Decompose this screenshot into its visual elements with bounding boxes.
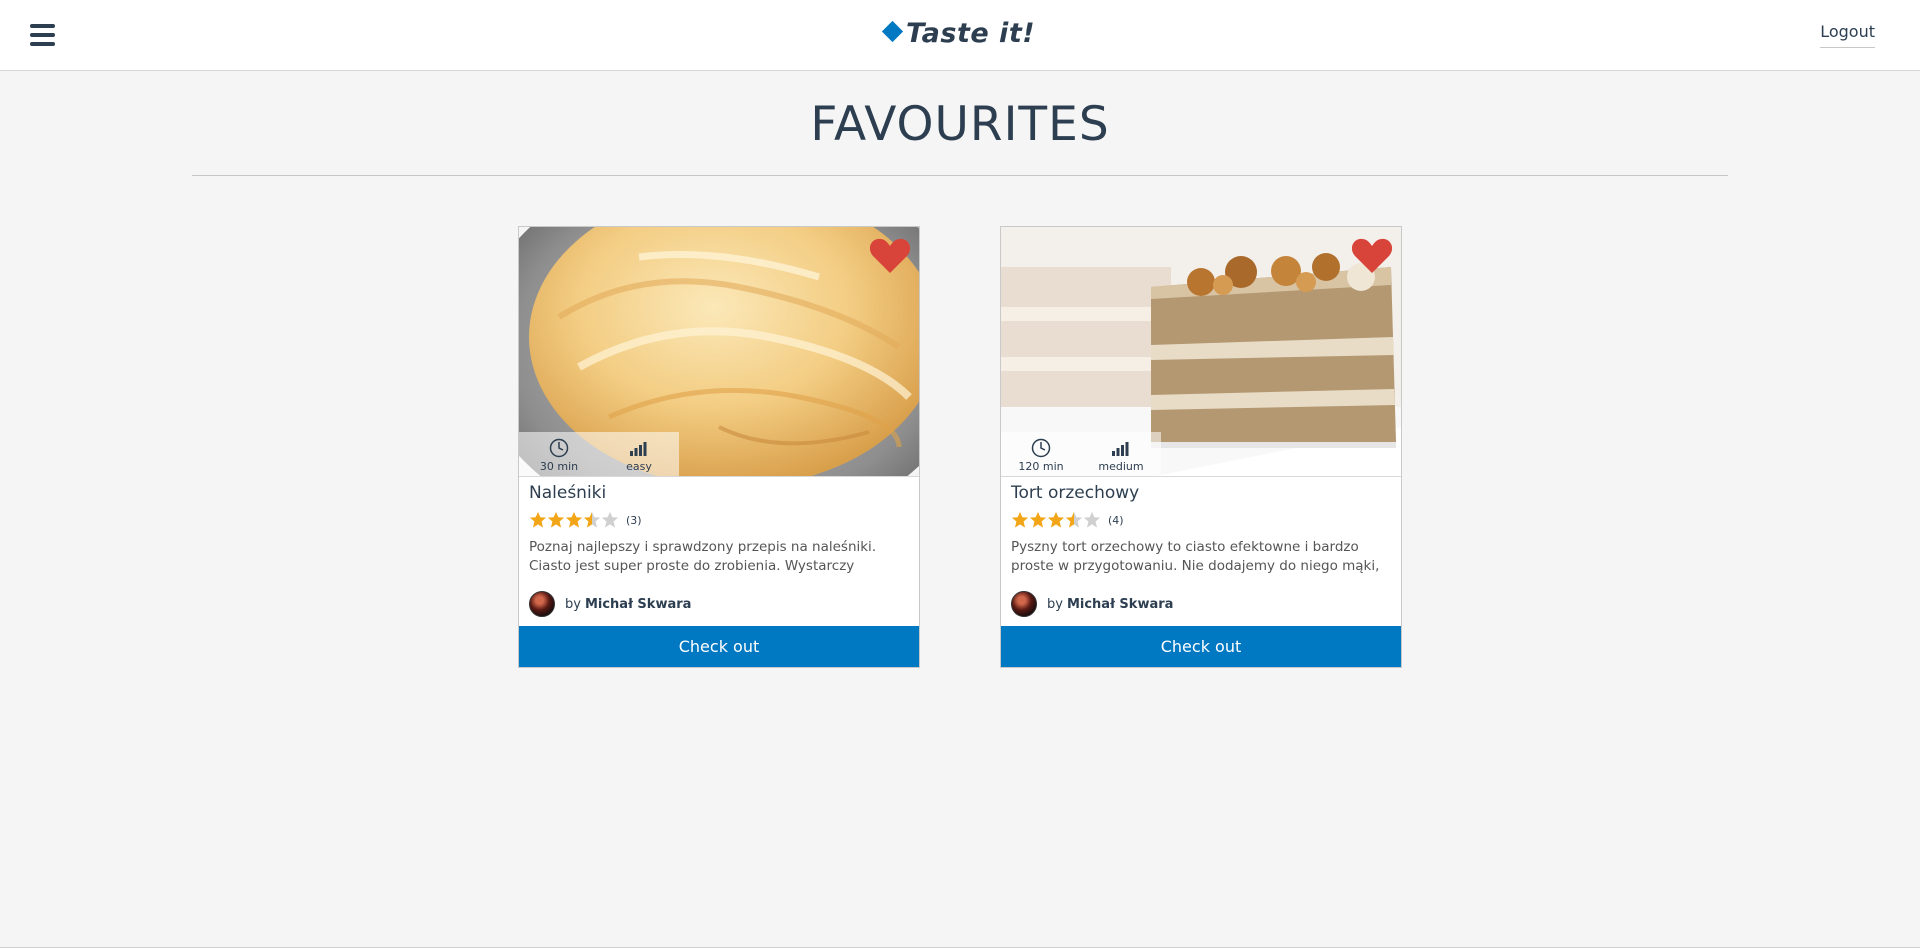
rating-count: (3) xyxy=(626,513,642,527)
difficulty-label: easy xyxy=(626,460,652,473)
star-empty-icon xyxy=(601,511,619,528)
logo[interactable]: Taste it! xyxy=(0,18,1920,49)
rating-count: (4) xyxy=(1108,513,1124,527)
recipe-info-strip: 120 min medium xyxy=(1001,432,1161,476)
author-name[interactable]: Michał Skwara xyxy=(585,597,691,612)
check-out-button[interactable]: Check out xyxy=(519,626,919,667)
logo-diamond-icon xyxy=(881,20,904,43)
check-out-button[interactable]: Check out xyxy=(1001,626,1401,667)
star-icon xyxy=(1029,511,1047,528)
avatar xyxy=(529,591,555,617)
star-half-icon xyxy=(1065,511,1083,528)
recipe-title[interactable]: Tort orzechowy xyxy=(1011,483,1139,503)
difficulty-bars-icon xyxy=(630,442,647,456)
star-icon xyxy=(529,511,547,528)
recipe-title[interactable]: Naleśniki xyxy=(529,483,606,503)
author-prefix: by xyxy=(1047,596,1063,612)
star-empty-icon xyxy=(1083,511,1101,528)
author: by Michał Skwara xyxy=(529,591,691,617)
cook-time-label: 120 min xyxy=(1018,460,1064,473)
top-navbar: Taste it! Logout xyxy=(0,0,1920,71)
author: by Michał Skwara xyxy=(1011,591,1173,617)
recipe-card: 30 min easy Naleśniki (3) Poznaj najleps… xyxy=(518,226,920,668)
star-icon xyxy=(565,511,583,528)
difficulty-label: medium xyxy=(1098,460,1144,473)
cook-time-label: 30 min xyxy=(539,460,579,473)
cook-time: 30 min xyxy=(519,432,599,476)
star-icon xyxy=(1011,511,1029,528)
star-icon xyxy=(547,511,565,528)
recipe-description: Pyszny tort orzechowy to ciasto efektown… xyxy=(1011,539,1380,574)
difficulty: easy xyxy=(599,432,679,476)
logout-link[interactable]: Logout xyxy=(1820,22,1875,48)
recipe-image-cake: 120 min medium xyxy=(1001,227,1401,477)
heart-icon[interactable] xyxy=(869,237,911,275)
difficulty-bars-icon xyxy=(1112,442,1129,456)
menu-icon[interactable] xyxy=(30,24,55,46)
cook-time: 120 min xyxy=(1001,432,1081,476)
recipe-card: 120 min medium Tort orzechowy (4) Pyszny… xyxy=(1000,226,1402,668)
star-half-icon xyxy=(583,511,601,528)
avatar xyxy=(1011,591,1037,617)
recipe-description: Poznaj najlepszy i sprawdzony przepis na… xyxy=(529,539,877,574)
star-icon xyxy=(1047,511,1065,528)
recipe-info-strip: 30 min easy xyxy=(519,432,679,476)
author-name[interactable]: Michał Skwara xyxy=(1067,597,1173,612)
rating: (3) xyxy=(529,511,642,529)
heart-icon[interactable] xyxy=(1351,237,1393,275)
recipe-image-pancakes: 30 min easy xyxy=(519,227,919,477)
title-divider xyxy=(192,175,1728,176)
clock-icon xyxy=(549,438,569,458)
clock-icon xyxy=(1031,438,1051,458)
author-prefix: by xyxy=(565,596,581,612)
page-title: FAVOURITES xyxy=(810,97,1110,152)
difficulty: medium xyxy=(1081,432,1161,476)
rating: (4) xyxy=(1011,511,1124,529)
